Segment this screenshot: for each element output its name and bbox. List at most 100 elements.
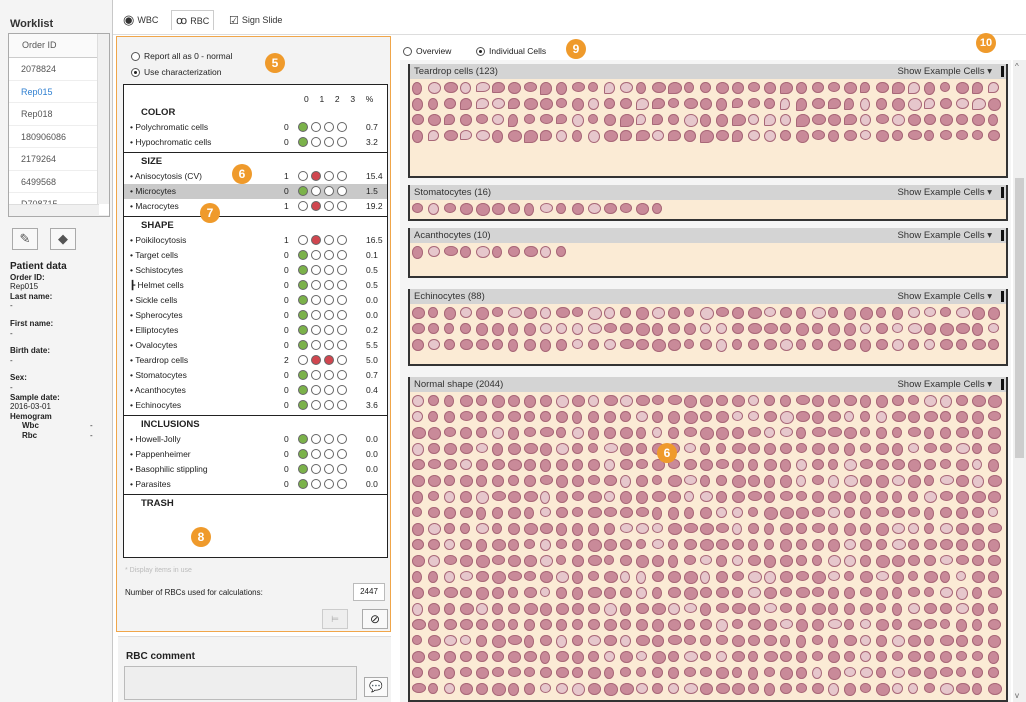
- rbc-cell[interactable]: [860, 411, 870, 422]
- rbc-cell[interactable]: [780, 651, 792, 662]
- rbc-cell[interactable]: [652, 427, 662, 438]
- rbc-cell[interactable]: [812, 683, 824, 694]
- rbc-cell[interactable]: [604, 98, 615, 109]
- rbc-cell[interactable]: [540, 339, 551, 352]
- rbc-cell[interactable]: [604, 635, 617, 646]
- rbc-cell[interactable]: [860, 507, 871, 519]
- rbc-cell[interactable]: [492, 475, 504, 487]
- rbc-cell[interactable]: [780, 98, 790, 110]
- rbc-cell[interactable]: [572, 603, 584, 615]
- rbc-cell[interactable]: [732, 587, 743, 598]
- rbc-cell[interactable]: [524, 203, 534, 216]
- rbc-cell[interactable]: [636, 323, 650, 336]
- use-characterization-radio[interactable]: Use characterization: [131, 67, 221, 77]
- rbc-cell[interactable]: [540, 98, 553, 110]
- grade-circle[interactable]: [324, 280, 334, 290]
- rbc-cell[interactable]: [460, 507, 473, 518]
- rbc-cell[interactable]: [972, 491, 986, 503]
- rbc-cell[interactable]: [812, 539, 824, 551]
- grade-circle[interactable]: [324, 310, 334, 320]
- rbc-cell[interactable]: [572, 443, 583, 454]
- rbc-cell[interactable]: [940, 539, 953, 550]
- grade-circle[interactable]: [311, 310, 321, 320]
- rbc-cell[interactable]: [476, 603, 488, 615]
- rbc-cell[interactable]: [892, 491, 902, 503]
- rbc-cell[interactable]: [796, 507, 809, 519]
- rbc-cell[interactable]: [412, 523, 424, 536]
- rbc-cell[interactable]: [956, 307, 970, 318]
- rbc-cell[interactable]: [524, 667, 535, 677]
- rbc-cell[interactable]: [668, 427, 679, 439]
- rbc-cell[interactable]: [428, 651, 440, 661]
- rbc-cell[interactable]: [828, 323, 840, 336]
- rbc-cell[interactable]: [588, 459, 600, 471]
- rbc-cell[interactable]: [812, 114, 826, 125]
- grade-circle[interactable]: [298, 137, 308, 147]
- rbc-cell[interactable]: [524, 555, 537, 567]
- rbc-cell[interactable]: [764, 539, 774, 550]
- rbc-cell[interactable]: [844, 82, 857, 94]
- rbc-cell[interactable]: [780, 683, 792, 694]
- rbc-cell[interactable]: [540, 523, 553, 534]
- rbc-cell[interactable]: [556, 475, 568, 488]
- worklist-row[interactable]: 6499568: [9, 171, 109, 193]
- grade-circle[interactable]: [311, 325, 321, 335]
- rbc-cell[interactable]: [476, 571, 489, 582]
- rbc-cell[interactable]: [508, 443, 521, 455]
- rbc-cell[interactable]: [540, 555, 553, 567]
- rbc-cell[interactable]: [556, 114, 567, 124]
- grade-circle[interactable]: [337, 464, 347, 474]
- rbc-cell[interactable]: [988, 411, 1001, 421]
- rbc-cell[interactable]: [412, 82, 422, 95]
- rbc-cell[interactable]: [492, 635, 506, 648]
- rbc-cell[interactable]: [764, 475, 775, 488]
- rbc-cell[interactable]: [668, 667, 679, 679]
- rbc-cell[interactable]: [716, 539, 729, 550]
- rbc-cell[interactable]: [620, 651, 633, 663]
- rbc-cell[interactable]: [860, 98, 870, 111]
- rbc-cell[interactable]: [588, 427, 599, 440]
- grade-circle[interactable]: [324, 479, 334, 489]
- rbc-cell[interactable]: [940, 130, 952, 140]
- rbc-cell[interactable]: [588, 491, 602, 503]
- rbc-cell[interactable]: [428, 339, 440, 350]
- rbc-cell[interactable]: [908, 395, 919, 405]
- rbc-cell[interactable]: [812, 443, 825, 455]
- rbc-cell[interactable]: [940, 651, 952, 663]
- rbc-cell[interactable]: [748, 411, 759, 421]
- rbc-cell[interactable]: [460, 98, 472, 110]
- rbc-cell[interactable]: [428, 130, 439, 141]
- rbc-cell[interactable]: [972, 651, 983, 661]
- rbc-cell[interactable]: [860, 427, 870, 437]
- rbc-cell[interactable]: [524, 427, 536, 437]
- rbc-cell[interactable]: [540, 246, 551, 258]
- rbc-cell[interactable]: [844, 307, 856, 320]
- rbc-cell[interactable]: [796, 571, 809, 581]
- rbc-cell[interactable]: [940, 98, 952, 109]
- rbc-cell[interactable]: [636, 114, 646, 125]
- grade-circle[interactable]: [298, 310, 308, 320]
- rbc-cell[interactable]: [540, 411, 551, 422]
- rbc-cell[interactable]: [556, 395, 569, 408]
- rbc-cell[interactable]: [668, 323, 680, 334]
- rbc-cell[interactable]: [508, 491, 521, 503]
- rbc-cell[interactable]: [524, 571, 536, 581]
- rbc-cell[interactable]: [604, 443, 618, 453]
- rbc-cell[interactable]: [556, 307, 570, 318]
- rbc-cell[interactable]: [748, 507, 758, 517]
- rbc-cell[interactable]: [940, 395, 952, 408]
- rbc-cell[interactable]: [492, 427, 504, 439]
- rbc-cell[interactable]: [588, 395, 599, 407]
- rbc-cell[interactable]: [700, 571, 710, 584]
- rbc-cell[interactable]: [732, 130, 743, 142]
- rbc-cell[interactable]: [492, 443, 503, 456]
- show-example-cells-dropdown[interactable]: Show Example Cells ▾: [897, 291, 992, 302]
- rbc-cell[interactable]: [620, 427, 633, 439]
- rbc-cell[interactable]: [620, 603, 631, 616]
- rbc-cell[interactable]: [924, 411, 938, 422]
- rbc-cell[interactable]: [636, 667, 646, 677]
- rbc-cell[interactable]: [924, 667, 937, 679]
- grade-circle[interactable]: [324, 186, 334, 196]
- grade-circle[interactable]: [311, 434, 321, 444]
- rbc-cell[interactable]: [444, 82, 458, 93]
